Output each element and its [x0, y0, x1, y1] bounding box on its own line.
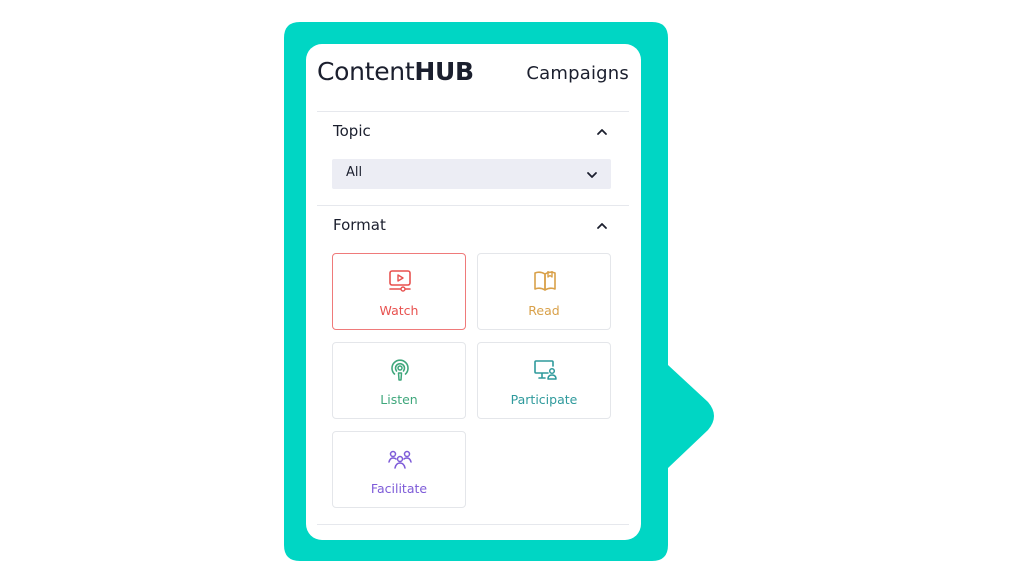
format-option-participate[interactable]: Participate [477, 342, 611, 419]
chevron-up-icon[interactable] [596, 220, 608, 232]
divider [317, 524, 629, 525]
format-option-listen[interactable]: Listen [332, 342, 466, 419]
group-icon [388, 450, 412, 469]
panel-header: ContentHUB Campaigns [306, 44, 641, 111]
format-option-label: Facilitate [370, 481, 428, 496]
topic-select[interactable]: All [332, 159, 611, 189]
divider [317, 111, 629, 112]
podcast-icon [391, 359, 409, 381]
format-option-label: Listen [380, 392, 418, 407]
format-section-title[interactable]: Format [333, 216, 386, 234]
topic-section-title[interactable]: Topic [333, 122, 371, 140]
video-icon [389, 270, 411, 292]
chevron-down-icon [587, 172, 597, 178]
format-option-label: Participate [510, 392, 578, 407]
brand-regular: Content [317, 57, 415, 86]
topic-select-value: All [346, 165, 363, 180]
book-icon [534, 271, 556, 291]
format-option-read[interactable]: Read [477, 253, 611, 330]
brand-logo[interactable]: ContentHUB [317, 57, 474, 86]
format-option-label: Read [528, 303, 560, 318]
format-option-facilitate[interactable]: Facilitate [332, 431, 466, 508]
format-option-label: Watch [379, 303, 419, 318]
filter-panel: ContentHUB Campaigns Topic All Format Wa… [306, 44, 641, 540]
chevron-up-icon[interactable] [596, 126, 608, 138]
brand-bold: HUB [414, 57, 474, 86]
campaigns-link[interactable]: Campaigns [526, 63, 629, 84]
monitor-user-icon [534, 360, 557, 380]
divider [317, 205, 629, 206]
format-option-watch[interactable]: Watch [332, 253, 466, 330]
